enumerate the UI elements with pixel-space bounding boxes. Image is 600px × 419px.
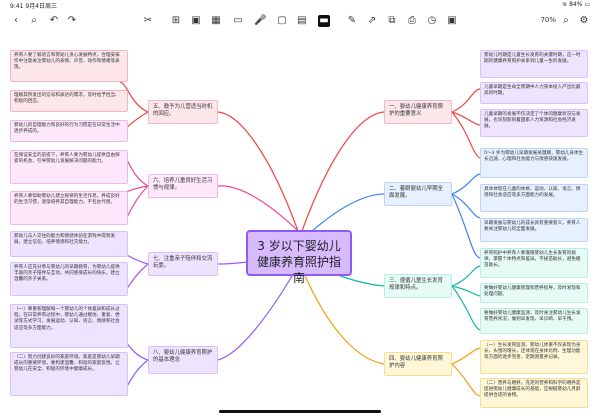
battery-text: 84%: [569, 1, 583, 8]
table-icon[interactable]: ▦: [210, 15, 222, 27]
category-7[interactable]: 七、注重亲子陪伴和交流玩耍。: [148, 252, 218, 276]
battery-icon: ▭: [584, 1, 590, 8]
pen-icon[interactable]: ✎: [346, 15, 358, 27]
cut-icon[interactable]: ✂: [142, 15, 154, 27]
zoom-level[interactable]: 70%: [540, 16, 556, 24]
category-2[interactable]: 二、着眼婴幼儿早期全面发展。: [384, 182, 452, 206]
card-l3[interactable]: 婴幼儿的自理能力和良好的行为习惯是在日常生活中逐步养成的。: [10, 120, 128, 142]
status-bar: 9:41 9月4日周三 ≋ 84% ▭: [0, 0, 600, 10]
category-4[interactable]: 四、婴幼儿健康养育照护内容: [384, 352, 452, 376]
card-r2b[interactable]: 具体体现在儿童的体格、运动、认知、语言、情感和社会适应等多方面能力的发展。: [480, 184, 588, 212]
share-icon[interactable]: ⎙: [406, 15, 418, 27]
search-icon[interactable]: ⌕: [28, 15, 40, 27]
card-l5[interactable]: 养育人要帮助婴幼儿建立规律的生活作息，养成良好的生活习惯，逐渐培养其自理能力，不…: [10, 191, 128, 225]
layout-icon[interactable]: ▣: [446, 15, 458, 27]
card-r1c[interactable]: 儿童早期的发展不仅决定了个体的健康状况与发展，也深刻影响着国家人力资源和社会经济…: [480, 109, 588, 137]
back-icon[interactable]: ‹: [10, 15, 22, 27]
category-3[interactable]: 三、遵循儿童生长发育规律和特点。: [384, 274, 452, 298]
time-text: 9:41: [10, 3, 24, 10]
card-r4a[interactable]: （一）生长发育监测。婴幼儿体重不仅表现为身长、头围的增长，还体现在身体比例、生理…: [480, 340, 588, 374]
settings-gear-icon[interactable]: ⚙: [578, 15, 590, 27]
card-r1b[interactable]: 儿童早期是生命全周期中人力资本投入产出比最高的时期。: [480, 82, 588, 104]
mindmap-root[interactable]: 3 岁以下婴幼儿健康养育照护指南: [246, 230, 352, 285]
document-icon[interactable]: ▤: [296, 15, 308, 27]
category-1[interactable]: 一、婴幼儿健康养育照护的重要意义: [384, 100, 452, 124]
card-l4[interactable]: 在保证安全的前提下，养育人要为婴幼儿提供自由探索的机会，引导婴幼儿发展解决问题的…: [10, 150, 128, 184]
active-tool-icon[interactable]: ▬: [318, 15, 330, 27]
card-r1a[interactable]: 婴幼儿时期是儿童生长发育的关键时期，这一时期的健康养育照护关系到儿童一生的发展。: [480, 50, 588, 78]
microphone-icon[interactable]: 🎤: [254, 15, 266, 27]
scan-icon[interactable]: ▢: [276, 15, 288, 27]
card-r3a[interactable]: 养育照护中养育人要遵循婴幼儿生长发育的规律，掌握个体特点和差异，不拔苗助长，避免…: [480, 248, 588, 278]
date-text: 9月4日周三: [25, 3, 58, 10]
search-icon-right[interactable]: ⌕: [560, 15, 572, 27]
undo-icon[interactable]: ↶: [48, 15, 60, 27]
card-r4b[interactable]: （二）营养与喂养。充足的营养和科学的喂养是促进婴幼儿健康成长的基础，应根据婴幼儿…: [480, 378, 588, 408]
status-time: 9:41 9月4日周三: [10, 1, 57, 10]
status-right: ≋ 84% ▭: [562, 1, 590, 8]
card-l6[interactable]: 婴幼儿与人交往的能力和情感体验在游戏中得到发展，建立信任、培养情感和社交能力。: [10, 231, 128, 257]
category-6[interactable]: 六、培养儿童良好生活习惯与规律。: [148, 174, 218, 198]
image-icon[interactable]: ▣: [190, 15, 202, 27]
card-r2a[interactable]: 0～3 岁为婴幼儿早期发展关键期，婴幼儿身体生长迅速，心理和社会能力与情感快速发…: [480, 148, 588, 178]
text-box-icon[interactable]: ⊞: [170, 15, 182, 27]
clock-icon[interactable]: ◷: [426, 15, 438, 27]
card-r2c[interactable]: 早期发展与婴幼儿的成长具有重要意义，养育人要关注婴幼儿的全面发展。: [480, 218, 588, 242]
toolbar: ‹ ⌕ ↶ ↷ ✂ ⊞ ▣ ▦ ▭ 🎤 ▢ ▤ ▬ ✎ ⇗ ⧉ ⎙ ◷ ▣ 70…: [0, 10, 600, 34]
copy-icon[interactable]: ⧉: [386, 15, 398, 27]
folder-icon[interactable]: ▭: [232, 15, 244, 27]
link-icon[interactable]: ⇗: [366, 15, 378, 27]
wifi-icon: ≋: [562, 1, 568, 8]
category-5[interactable]: 五、鼓予为儿营适当时机的回应。: [148, 100, 218, 124]
redo-icon[interactable]: ↷: [66, 15, 78, 27]
card-l2[interactable]: 理解其所发出的信号和表达的需求，及时给予恰当、积极的回应。: [10, 90, 128, 112]
card-l8a[interactable]: （一）尊重和理解每一个婴幼儿的个体差异和成长过程。在日常养育过程中，婴幼儿通过模…: [10, 304, 128, 348]
card-l7[interactable]: 养育人应充分参与婴幼儿的早期教育，为婴幼儿提供丰富的亲子陪伴与互动，共同感受成长…: [10, 262, 128, 296]
card-l1[interactable]: 养育人要了解语言和婴幼儿身心发展特点，合理安排作中注意关注婴幼儿的表情、声音、动…: [10, 50, 128, 82]
card-r3c[interactable]: 要做好婴幼儿健康监测，及时关注婴幼儿生长发育营养状况，做到早发现、早诊断、早干预…: [480, 308, 588, 334]
card-r3b[interactable]: 要做好婴幼儿健康管理和营养指导，及时发现和处理问题。: [480, 283, 588, 303]
card-l8b[interactable]: （二）努力创建良好的家庭环境。家庭是婴幼儿早期成长的重要环境，要构建温馨、和谐的…: [10, 352, 128, 396]
home-indicator: [219, 410, 381, 413]
category-8[interactable]: 八、婴幼儿健康养育照护的基本理念: [148, 346, 218, 374]
mindmap-canvas[interactable]: 养育人要了解语言和婴幼儿身心发展特点，合理安排作中注意关注婴幼儿的表情、声音、动…: [0, 34, 600, 419]
